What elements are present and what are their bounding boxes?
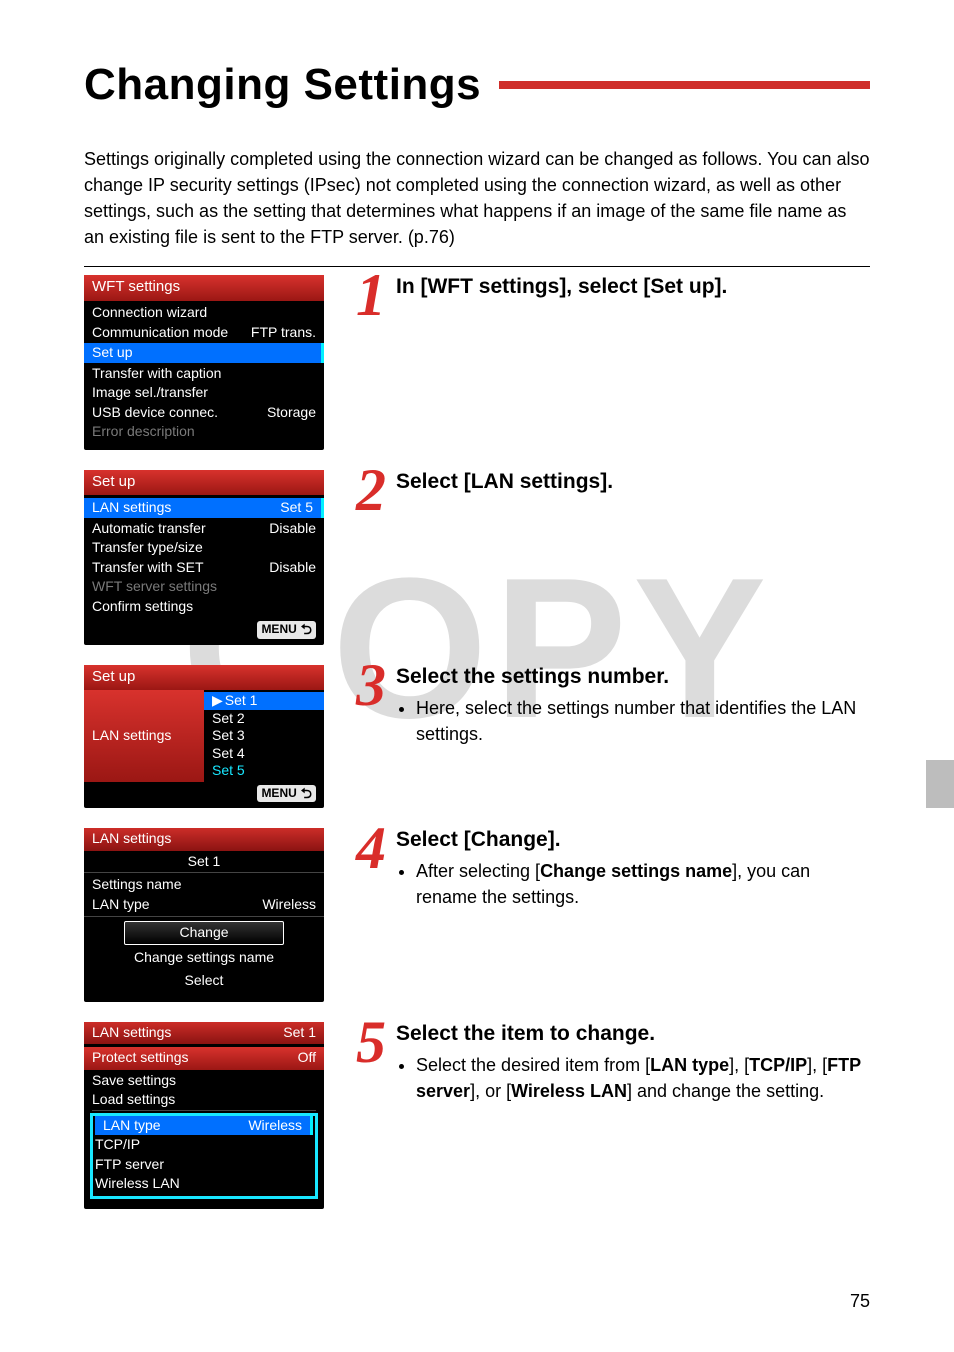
step-number-4: 4 bbox=[356, 826, 386, 871]
step-number-3: 3 bbox=[356, 663, 386, 708]
option: Set 2 bbox=[212, 710, 316, 728]
menu-value: FTP trans. bbox=[251, 324, 316, 342]
screen-title: LAN settings Set 1 bbox=[84, 1022, 324, 1045]
screen-subtitle: Set 1 bbox=[84, 851, 324, 873]
step-bullet: Here, select the settings number that id… bbox=[416, 695, 870, 747]
option: Set 4 bbox=[212, 745, 316, 763]
row-label: LAN type bbox=[92, 896, 150, 914]
pill-change-name: Change settings name bbox=[124, 947, 284, 969]
step-heading: Select the item to change. bbox=[396, 1022, 870, 1046]
step-heading: Select the settings number. bbox=[396, 665, 870, 689]
screen-title: LAN settings bbox=[84, 828, 324, 851]
menu-value: Set 5 bbox=[280, 499, 313, 517]
step-2: Set up LAN settings Set 5 Automatic trans… bbox=[84, 470, 870, 645]
row-label: Save settings bbox=[92, 1072, 176, 1090]
menu-item-disabled: Error description bbox=[92, 423, 195, 441]
option: Set 3 bbox=[212, 727, 316, 745]
row-value: Wireless bbox=[248, 1117, 302, 1135]
step-number-5: 5 bbox=[356, 1020, 386, 1065]
screen-title: Set up bbox=[84, 665, 324, 691]
screen-title-right: Set 1 bbox=[283, 1024, 316, 1042]
menu-item: Transfer with caption bbox=[92, 365, 221, 383]
screenshot-lan-change-items: LAN settings Set 1 Protect settings Off … bbox=[84, 1022, 324, 1209]
cyan-highlight-box: LAN type Wireless TCP/IP FTP server Wire… bbox=[90, 1113, 318, 1199]
return-icon: ⮌ bbox=[301, 785, 312, 803]
step-number-1: 1 bbox=[356, 273, 386, 318]
separator bbox=[84, 266, 870, 267]
step-number-2: 2 bbox=[356, 468, 386, 513]
step-bullet: After selecting [Change settings name], … bbox=[416, 858, 870, 910]
menu-item-disabled: WFT server settings bbox=[92, 578, 217, 596]
return-icon: ⮌ bbox=[301, 621, 312, 639]
menu-value: Disable bbox=[269, 520, 316, 538]
step-heading: In [WFT settings], select [Set up]. bbox=[396, 275, 727, 299]
side-tab-marker bbox=[926, 760, 954, 808]
menu-item-selected: Set up bbox=[92, 344, 132, 362]
menu-value: Disable bbox=[269, 559, 316, 577]
page-number: 75 bbox=[850, 1291, 870, 1312]
menu-return-chip: MENU⮌ bbox=[257, 621, 316, 639]
row-label: Load settings bbox=[92, 1091, 175, 1109]
menu-item: Transfer type/size bbox=[92, 539, 203, 557]
screen-title: WFT settings bbox=[84, 275, 324, 301]
menu-item: USB device connec. bbox=[92, 404, 218, 422]
steps-list: WFT settings Connection wizard Communica… bbox=[84, 275, 870, 1208]
menu-value: Storage bbox=[267, 404, 316, 422]
step-1: WFT settings Connection wizard Communica… bbox=[84, 275, 870, 449]
row-label: FTP server bbox=[95, 1156, 164, 1174]
pill-select: Select bbox=[124, 970, 284, 992]
option: Set 1 bbox=[225, 692, 258, 708]
step-heading: Select [LAN settings]. bbox=[396, 470, 613, 494]
menu-item: Transfer with SET bbox=[92, 559, 204, 577]
row-value: Wireless bbox=[262, 896, 316, 914]
row-label: LAN settings bbox=[92, 727, 171, 745]
step-4: LAN settings Set 1 Settings name LAN typ… bbox=[84, 828, 870, 1002]
screen-title: Set up bbox=[84, 470, 324, 496]
pill-change: Change bbox=[124, 921, 284, 945]
step-bullet: Select the desired item from [LAN type],… bbox=[416, 1052, 870, 1104]
menu-item: Communication mode bbox=[92, 324, 228, 342]
menu-item: Connection wizard bbox=[92, 304, 207, 322]
row-label: Wireless LAN bbox=[95, 1175, 180, 1193]
title-rule bbox=[499, 81, 870, 89]
intro-paragraph: Settings originally completed using the … bbox=[84, 146, 870, 250]
row-label: TCP/IP bbox=[95, 1136, 140, 1154]
menu-item: Confirm settings bbox=[92, 598, 193, 616]
screenshot-lan-set-picker: Set up LAN settings ▶Set 1 Set 2 Set 3 S… bbox=[84, 665, 324, 809]
step-5: LAN settings Set 1 Protect settings Off … bbox=[84, 1022, 870, 1209]
row-label: Protect settings bbox=[92, 1049, 189, 1067]
row-label-selected: LAN type bbox=[103, 1117, 161, 1135]
menu-item: Image sel./transfer bbox=[92, 384, 208, 402]
menu-item: Automatic transfer bbox=[92, 520, 206, 538]
caret-icon: ▶ bbox=[212, 692, 223, 708]
screenshot-lan-settings-detail: LAN settings Set 1 Settings name LAN typ… bbox=[84, 828, 324, 1002]
option-current: Set 5 bbox=[212, 762, 316, 780]
screenshot-setup: Set up LAN settings Set 5 Automatic trans… bbox=[84, 470, 324, 645]
row-value: Off bbox=[298, 1049, 316, 1067]
step-heading: Select [Change]. bbox=[396, 828, 870, 852]
page-title: Changing Settings bbox=[84, 60, 481, 110]
screenshot-wft-settings: WFT settings Connection wizard Communica… bbox=[84, 275, 324, 449]
row-label: Settings name bbox=[92, 876, 182, 894]
menu-return-chip: MENU⮌ bbox=[257, 785, 316, 803]
step-3: Set up LAN settings ▶Set 1 Set 2 Set 3 S… bbox=[84, 665, 870, 809]
menu-item-selected: LAN settings bbox=[92, 499, 171, 517]
